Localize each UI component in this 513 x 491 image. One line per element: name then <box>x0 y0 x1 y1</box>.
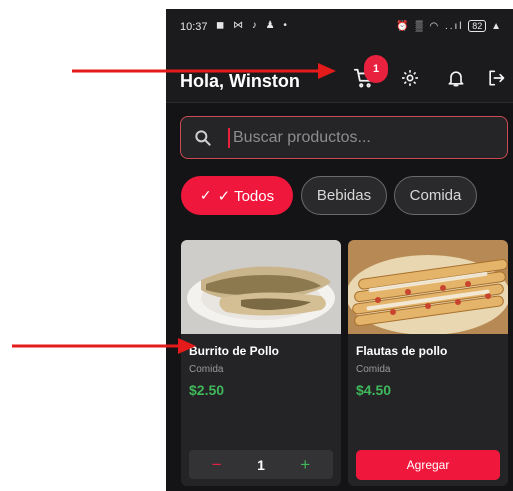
search-icon <box>195 130 211 146</box>
gear-icon <box>402 70 418 86</box>
quantity-value: 1 <box>257 456 265 473</box>
battery-icon: 82 <box>468 20 487 32</box>
notifications-button[interactable] <box>443 65 469 91</box>
status-time: 10:37 <box>180 21 208 33</box>
chip-label: ✓ Todos <box>217 187 275 205</box>
search-input[interactable] <box>233 125 493 151</box>
quantity-stepper: − 1 + <box>189 450 333 479</box>
system-status-icons: ⏰ ▒ ◠ ..ıl <box>396 21 464 32</box>
burrito-image <box>181 240 341 334</box>
bell-icon <box>448 71 464 87</box>
chip-label: Bebidas <box>316 187 372 204</box>
system-icons: ⏰ ▒ ◠ ..ıl 82 ▲ <box>396 20 503 32</box>
category-chip-bebidas[interactable]: Bebidas <box>301 176 387 215</box>
search-box[interactable] <box>180 116 508 159</box>
product-name: Flautas de pollo <box>356 344 448 358</box>
category-chip-todos[interactable]: ✓ ✓ Todos <box>181 176 293 215</box>
product-price: $2.50 <box>189 382 225 398</box>
text-cursor <box>228 128 230 148</box>
settings-button[interactable] <box>397 65 423 91</box>
screenshot-stage: 10:37 ◼ ⋈ ♪ ♟ • ⏰ ▒ ◠ ..ıl 82 ▲ Hola, Wi… <box>0 0 513 491</box>
decrease-quantity-button[interactable]: − <box>202 455 232 475</box>
product-name: Burrito de Pollo <box>189 344 279 358</box>
product-category: Comida <box>356 364 391 375</box>
cart-count-badge: 1 <box>364 55 388 83</box>
chip-check-icon: ✓ <box>199 187 212 203</box>
annotation-arrow-product <box>12 338 196 354</box>
logout-button[interactable] <box>483 65 509 91</box>
product-card[interactable]: Flautas de pollo Comida $4.50 Agregar <box>348 240 508 486</box>
annotation-arrow-cart <box>72 63 336 79</box>
warning-icon: ▲ <box>491 21 503 32</box>
flautas-image <box>348 240 508 334</box>
logout-icon <box>489 70 505 86</box>
product-card[interactable]: Burrito de Pollo Comida $2.50 − 1 + <box>181 240 341 486</box>
add-to-cart-button[interactable]: Agregar <box>356 450 500 480</box>
product-price: $4.50 <box>356 382 392 398</box>
category-chip-comida[interactable]: Comida <box>394 176 477 215</box>
status-bar: 10:37 ◼ ⋈ ♪ ♟ • ⏰ ▒ ◠ ..ıl 82 ▲ <box>166 9 513 43</box>
product-category: Comida <box>189 364 224 375</box>
increase-quantity-button[interactable]: + <box>290 455 320 475</box>
notification-icons: ◼ ⋈ ♪ ♟ • <box>216 20 290 31</box>
chip-label: Comida <box>409 187 462 204</box>
